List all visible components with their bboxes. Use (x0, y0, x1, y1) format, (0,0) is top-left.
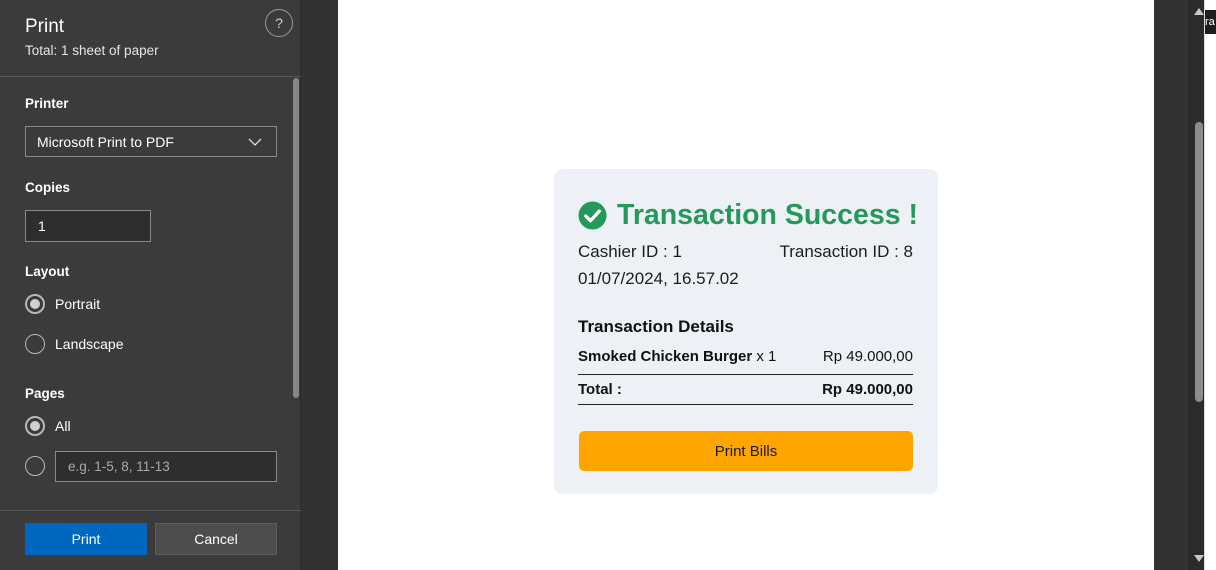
divider (578, 404, 913, 405)
copies-label: Copies (25, 180, 71, 195)
scrollbar-thumb[interactable] (1195, 122, 1203, 402)
scroll-up-icon[interactable] (1194, 8, 1204, 15)
item-line: Smoked Chicken Burger x 1 (578, 348, 776, 365)
check-circle-icon (578, 201, 607, 230)
item-quantity: x 1 (752, 348, 777, 365)
details-title: Transaction Details (578, 317, 734, 336)
chevron-down-icon (248, 138, 262, 146)
radio-checked-icon[interactable] (25, 416, 45, 436)
total-value: Rp 49.000,00 (822, 381, 913, 398)
layout-label: Layout (25, 264, 70, 279)
print-title: Print (25, 16, 65, 37)
cashier-id: Cashier ID : 1 (578, 242, 682, 261)
landscape-label: Landscape (55, 336, 124, 352)
item-price: Rp 49.000,00 (822, 348, 913, 365)
layout-landscape-option[interactable]: Landscape (25, 334, 124, 354)
print-button[interactable]: Print (25, 523, 147, 555)
sheet-count: Total: 1 sheet of paper (25, 43, 159, 58)
printer-select[interactable]: Microsoft Print to PDF (25, 126, 277, 157)
radio-checked-icon[interactable] (25, 294, 45, 314)
item-name: Smoked Chicken Burger (578, 348, 753, 365)
transaction-id: Transaction ID : 8 (779, 242, 913, 261)
help-button[interactable]: ? (265, 9, 293, 37)
print-settings-panel: Print Total: 1 sheet of paper ? Printer … (0, 0, 301, 570)
scroll-down-icon[interactable] (1194, 555, 1204, 562)
success-text: Transaction Success ! (617, 199, 918, 231)
copies-input[interactable]: 1 (25, 210, 151, 242)
divider (578, 374, 913, 375)
radio-unchecked-icon[interactable] (25, 456, 45, 476)
layout-portrait-option[interactable]: Portrait (25, 294, 100, 314)
success-heading: Transaction Success ! (578, 199, 918, 232)
printer-select-value: Microsoft Print to PDF (37, 133, 174, 150)
panel-header (0, 0, 301, 77)
pages-range-input[interactable]: e.g. 1-5, 8, 11-13 (55, 451, 277, 482)
cancel-button[interactable]: Cancel (155, 523, 277, 555)
transaction-datetime: 01/07/2024, 16.57.02 (578, 269, 739, 288)
pages-custom-option[interactable] (25, 456, 55, 476)
pages-all-label: All (55, 418, 71, 434)
pages-all-option[interactable]: All (25, 416, 71, 436)
portrait-label: Portrait (55, 296, 101, 312)
panel-scrollbar[interactable] (293, 78, 299, 398)
pages-label: Pages (25, 386, 65, 401)
edge-tab: ra (1205, 10, 1216, 34)
printer-label: Printer (25, 96, 69, 111)
background-window-edge (1204, 0, 1216, 570)
radio-unchecked-icon[interactable] (25, 334, 45, 354)
total-label: Total : (578, 381, 622, 398)
print-bills-button[interactable]: Print Bills (579, 431, 913, 471)
